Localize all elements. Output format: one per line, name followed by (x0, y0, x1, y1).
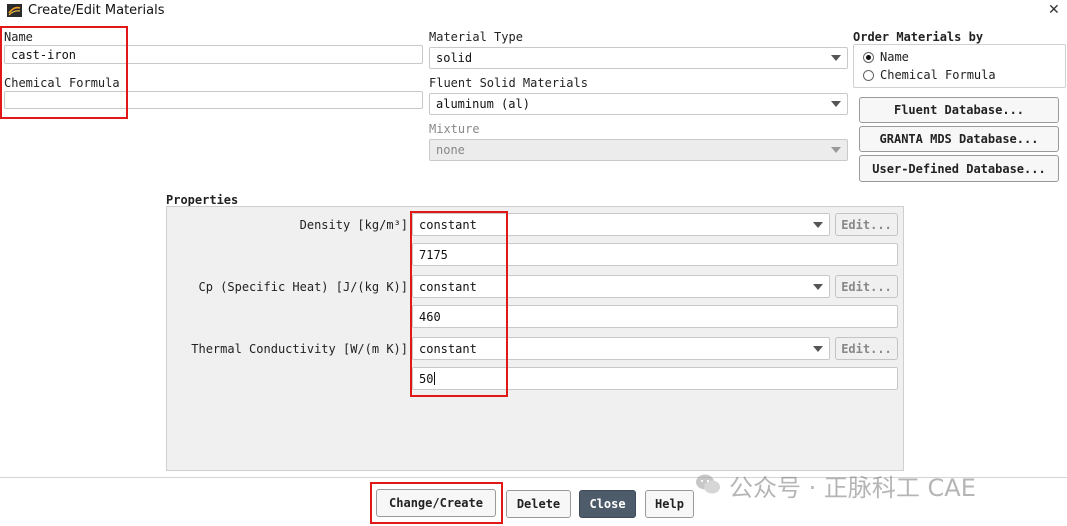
chevron-down-icon (831, 147, 841, 153)
density-edit-button[interactable]: Edit... (835, 213, 898, 236)
fluent-app-icon (7, 4, 22, 17)
density-method-select[interactable]: constant (412, 213, 830, 236)
radio-selected-icon (863, 51, 874, 63)
chevron-down-icon (813, 221, 823, 228)
chevron-down-icon (831, 55, 841, 61)
name-label: Name (4, 30, 33, 44)
order-by-formula-radio[interactable]: Chemical Formula (863, 68, 996, 82)
change-create-button[interactable]: Change/Create (376, 489, 496, 517)
fluent-solid-materials-select[interactable]: aluminum (al) (429, 93, 848, 115)
close-button[interactable]: Close (579, 490, 636, 518)
name-input[interactable]: cast-iron (4, 45, 423, 64)
density-value-input[interactable]: 7175 (412, 243, 898, 266)
help-button[interactable]: Help (645, 490, 694, 518)
delete-button[interactable]: Delete (506, 490, 571, 518)
chevron-down-icon (831, 101, 841, 107)
mixture-select: none (429, 139, 848, 161)
thermal-conductivity-method-select[interactable]: constant (412, 337, 830, 360)
density-method-value: constant (419, 217, 477, 232)
cp-value: 460 (419, 309, 441, 324)
chevron-down-icon (813, 283, 823, 290)
chevron-down-icon (813, 345, 823, 352)
mixture-value: none (436, 143, 465, 157)
order-by-name-label: Name (880, 50, 909, 64)
order-by-formula-label: Chemical Formula (880, 68, 996, 82)
material-type-value: solid (436, 51, 473, 65)
thermal-conductivity-edit-button[interactable]: Edit... (835, 337, 898, 360)
cp-method-select[interactable]: constant (412, 275, 830, 298)
material-type-select[interactable]: solid (429, 47, 848, 69)
watermark-text: 公众号 · 正脉科工 CAE (729, 474, 976, 502)
radio-unselected-icon (863, 69, 874, 81)
fluent-solid-materials-value: aluminum (al) (436, 97, 530, 111)
order-by-name-radio[interactable]: Name (863, 50, 909, 64)
material-type-label: Material Type (429, 30, 523, 44)
mixture-label: Mixture (429, 122, 480, 136)
chemical-formula-input[interactable] (4, 91, 423, 109)
close-icon[interactable]: ✕ (1048, 2, 1060, 18)
cp-value-input[interactable]: 460 (412, 305, 898, 328)
thermal-conductivity-method-value: constant (419, 341, 477, 356)
title-bar: Create/Edit Materials ✕ (0, 0, 1067, 22)
wechat-icon (695, 473, 721, 498)
fluent-database-button[interactable]: Fluent Database... (859, 97, 1059, 123)
granta-database-button[interactable]: GRANTA MDS Database... (859, 126, 1059, 152)
density-label: Density [kg/m³] (299, 218, 408, 232)
order-materials-label: Order Materials by (853, 30, 984, 44)
thermal-conductivity-label: Thermal Conductivity [W/(m K)] (191, 342, 408, 356)
cp-method-value: constant (419, 279, 477, 294)
thermal-conductivity-value: 50 (419, 371, 434, 386)
cp-label: Cp (Specific Heat) [J/(kg K)] (198, 280, 408, 294)
thermal-conductivity-value-input[interactable]: 50 (412, 367, 898, 390)
watermark: 公众号 · 正脉科工 CAE (695, 468, 976, 503)
properties-title: Properties (166, 193, 239, 207)
chemical-formula-label: Chemical Formula (4, 76, 120, 90)
density-value: 7175 (419, 247, 448, 262)
name-value: cast-iron (11, 47, 77, 62)
window-title: Create/Edit Materials (28, 3, 165, 18)
user-defined-database-button[interactable]: User-Defined Database... (859, 155, 1059, 182)
cp-edit-button[interactable]: Edit... (835, 275, 898, 298)
fluent-solid-materials-label: Fluent Solid Materials (429, 76, 588, 90)
text-cursor (434, 372, 436, 385)
